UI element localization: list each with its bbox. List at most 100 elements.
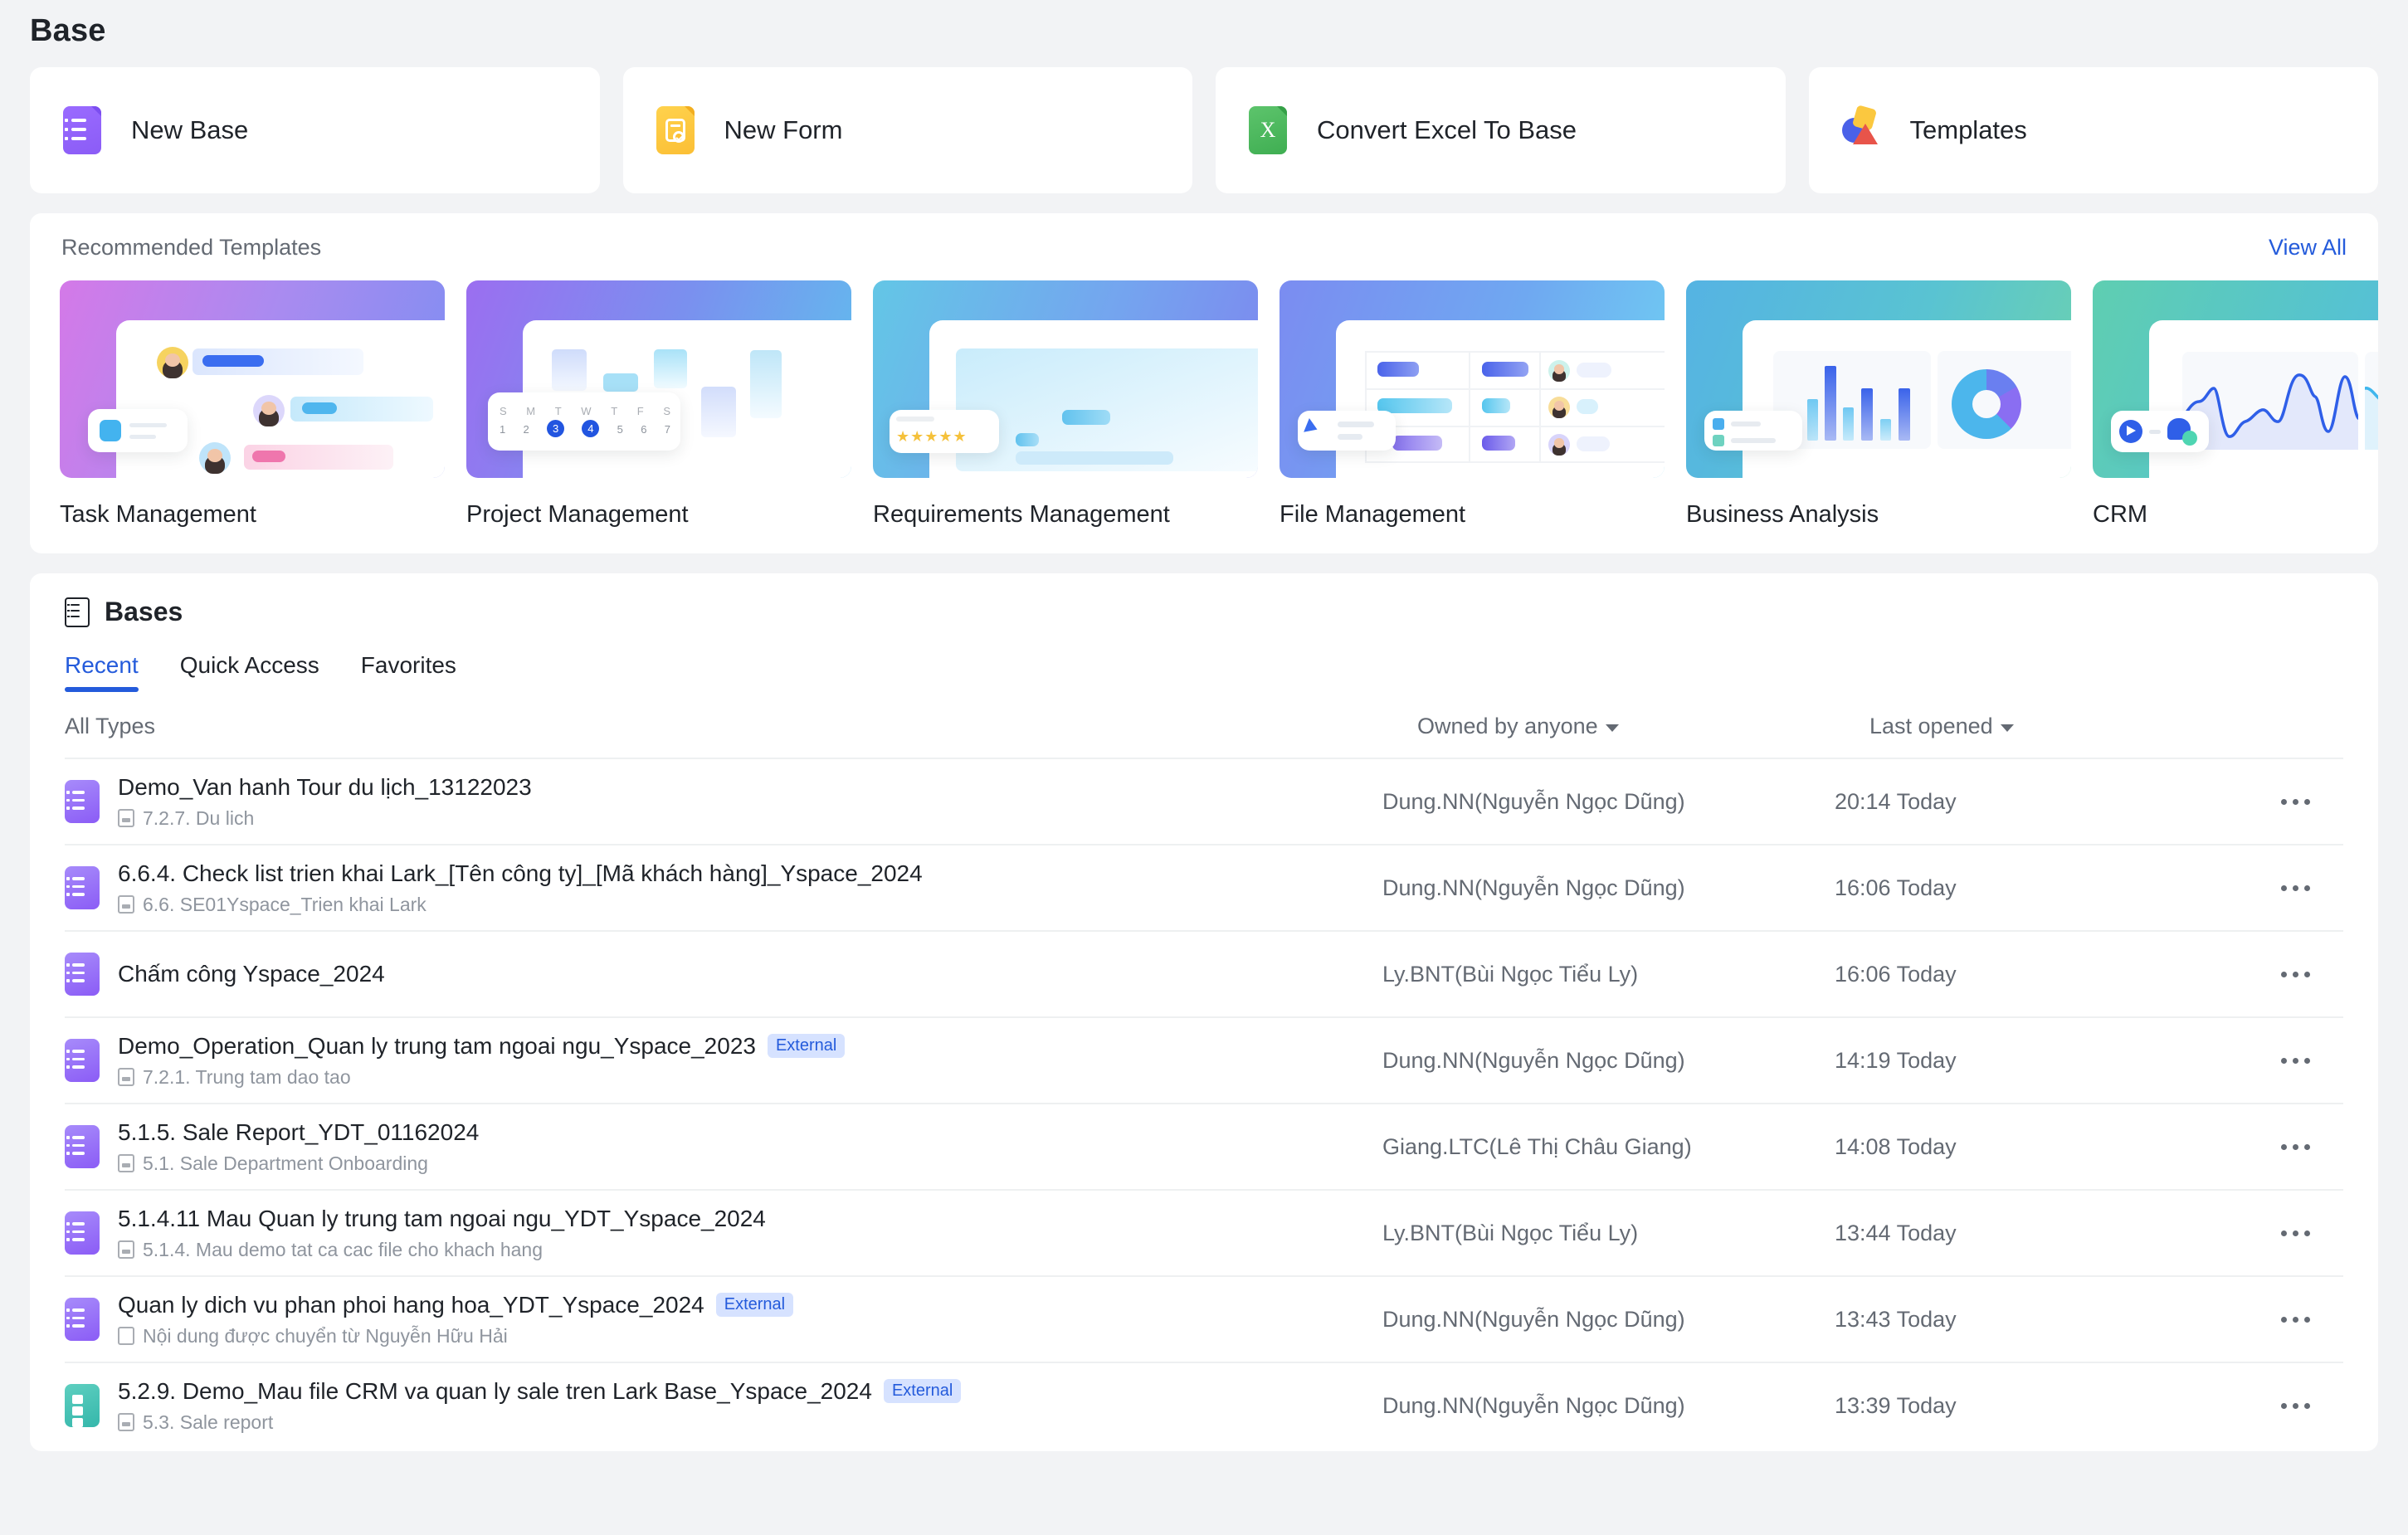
- row-name-cell: Demo_Operation_Quan ly trung tam ngoai n…: [65, 1033, 1382, 1089]
- row-owner: Ly.BNT(Bùi Ngọc Tiểu Ly): [1382, 961, 1639, 987]
- table-row[interactable]: Quan ly dich vu phan phoi hang hoa_YDT_Y…: [65, 1275, 2343, 1362]
- row-title: 6.6.4. Check list trien khai Lark_[Tên c…: [118, 860, 923, 886]
- avatar: [199, 442, 231, 474]
- base-row-icon: [65, 1039, 100, 1082]
- bases-title: Bases: [105, 597, 183, 626]
- row-subtitle-text: 5.3. Sale report: [143, 1411, 274, 1433]
- base-small-icon: [118, 809, 134, 827]
- filter-owner-label: Owned by anyone: [1417, 714, 1598, 738]
- templates-icon: [1841, 105, 1885, 154]
- base-icon: [63, 106, 106, 154]
- view-all-link[interactable]: View All: [2269, 235, 2347, 261]
- template-card-list: Task Management SMTWTFS 12 3 4 5 6 7 Pro…: [30, 269, 2378, 553]
- row-more-button[interactable]: [2271, 1221, 2320, 1246]
- row-last-opened: 16:06 Today: [1835, 875, 1957, 900]
- row-subtitle-text: 6.6. SE01Yspace_Trien khai Lark: [143, 893, 427, 915]
- row-last-opened: 16:06 Today: [1835, 961, 1957, 987]
- template-card-file-management[interactable]: File Management: [1280, 280, 1665, 529]
- row-subtitle: 5.1.4. Mau demo tat ca cac file cho khac…: [118, 1239, 766, 1261]
- template-card-project-management[interactable]: SMTWTFS 12 3 4 567 Project Management: [466, 280, 851, 529]
- row-owner: Dung.NN(Nguyễn Ngọc Dũng): [1382, 875, 1685, 900]
- row-subtitle: Nội dung được chuyển từ Nguyễn Hữu Hải: [118, 1325, 793, 1347]
- base-row-icon: [65, 1211, 100, 1255]
- filter-last-opened[interactable]: Last opened: [1869, 714, 2014, 739]
- star-rating: ★★★★★: [896, 428, 968, 445]
- base-row-icon: [65, 780, 100, 823]
- row-title: 5.1.5. Sale Report_YDT_01162024: [118, 1118, 480, 1145]
- new-base-card[interactable]: New Base: [30, 67, 600, 193]
- row-last-opened: 13:39 Today: [1835, 1392, 1957, 1418]
- row-last-opened: 20:14 Today: [1835, 788, 1957, 814]
- row-more-button[interactable]: [2271, 1307, 2320, 1333]
- row-name-cell: 6.6.4. Check list trien khai Lark_[Tên c…: [65, 860, 1382, 916]
- table-row[interactable]: 5.1.5. Sale Report_YDT_01162024 5.1. Sal…: [65, 1103, 2343, 1189]
- row-title: Demo_Operation_Quan ly trung tam ngoai n…: [118, 1032, 756, 1059]
- template-card-task-management[interactable]: Task Management: [60, 280, 445, 529]
- table-row[interactable]: Chấm công Yspace_2024 Ly.BNT(Bùi Ngọc Ti…: [65, 930, 2343, 1016]
- base-row-icon: [65, 1125, 100, 1168]
- row-more-button[interactable]: [2271, 1134, 2320, 1160]
- row-last-opened: 13:44 Today: [1835, 1220, 1957, 1245]
- excel-icon: X: [1249, 106, 1292, 154]
- row-more-button[interactable]: [2271, 1393, 2320, 1419]
- row-more-button[interactable]: [2271, 1048, 2320, 1074]
- template-card-crm[interactable]: CRM: [2093, 280, 2378, 529]
- row-more-button[interactable]: [2271, 875, 2320, 901]
- table-row[interactable]: 5.1.4.11 Mau Quan ly trung tam ngoai ngu…: [65, 1189, 2343, 1275]
- filter-owner[interactable]: Owned by anyone: [1417, 714, 1869, 739]
- base-home-page: Base New Base New Form X Convert Excel T…: [0, 0, 2408, 1535]
- table-row[interactable]: Demo_Van hanh Tour du lịch_13122023 7.2.…: [65, 758, 2343, 844]
- table-row[interactable]: 5.2.9. Demo_Mau file CRM va quan ly sale…: [65, 1362, 2343, 1448]
- bases-icon: [65, 597, 90, 627]
- template-thumbnail: SMTWTFS 12 3 4 567: [466, 280, 851, 478]
- row-name-cell: Chấm công Yspace_2024: [65, 953, 1382, 996]
- template-thumbnail: [2093, 280, 2378, 478]
- new-form-card[interactable]: New Form: [622, 67, 1192, 193]
- new-base-label: New Base: [131, 115, 249, 144]
- row-title: 5.1.4.11 Mau Quan ly trung tam ngoai ngu…: [118, 1205, 766, 1231]
- convert-excel-to-base-card[interactable]: X Convert Excel To Base: [1216, 67, 1786, 193]
- new-form-label: New Form: [724, 115, 843, 144]
- row-subtitle-text: 5.1. Sale Department Onboarding: [143, 1152, 428, 1174]
- row-owner: Dung.NN(Nguyễn Ngọc Dũng): [1382, 1047, 1685, 1073]
- row-title: Demo_Van hanh Tour du lịch_13122023: [118, 773, 532, 800]
- tab-recent[interactable]: Recent: [65, 652, 139, 692]
- template-name: Project Management: [466, 501, 689, 528]
- base-small-icon: [118, 1240, 134, 1259]
- base-row-icon: [65, 1298, 100, 1341]
- row-subtitle: 7.2.1. Trung tam dao tao: [118, 1066, 845, 1089]
- template-name: Business Analysis: [1686, 501, 1879, 528]
- tab-favorites[interactable]: Favorites: [361, 652, 456, 692]
- table-row[interactable]: 6.6.4. Check list trien khai Lark_[Tên c…: [65, 844, 2343, 930]
- status-badge: External: [883, 1379, 962, 1403]
- template-thumbnail: [1280, 280, 1665, 478]
- row-owner: Ly.BNT(Bùi Ngọc Tiểu Ly): [1382, 1220, 1639, 1245]
- page-title: Base: [30, 13, 106, 48]
- template-card-business-analysis[interactable]: Business Analysis: [1686, 280, 2071, 529]
- row-more-button[interactable]: [2271, 962, 2320, 987]
- row-more-button[interactable]: [2271, 789, 2320, 815]
- templates-card[interactable]: Templates: [1808, 67, 2378, 193]
- template-card-requirements-management[interactable]: ★★★★★ Requirements Management: [873, 280, 1258, 529]
- bases-filter-row: All Types Owned by anyone Last opened: [30, 692, 2378, 758]
- chevron-down-icon: [2000, 724, 2014, 732]
- table-row[interactable]: Demo_Operation_Quan ly trung tam ngoai n…: [65, 1016, 2343, 1103]
- recommended-templates-panel: Recommended Templates View All Task Mana…: [30, 213, 2378, 553]
- base-row-icon: [65, 866, 100, 909]
- row-subtitle-text: 7.2.7. Du lich: [143, 806, 255, 829]
- avatar: [1548, 397, 1570, 418]
- row-subtitle: 6.6. SE01Yspace_Trien khai Lark: [118, 894, 923, 916]
- row-subtitle: 5.1. Sale Department Onboarding: [118, 1152, 479, 1175]
- filter-all-types[interactable]: All Types: [65, 714, 1417, 739]
- row-title: 5.2.9. Demo_Mau file CRM va quan ly sale…: [118, 1377, 872, 1404]
- template-thumbnail: [60, 280, 445, 478]
- quick-actions-row: New Base New Form X Convert Excel To Bas…: [0, 49, 2408, 193]
- avatar: [253, 395, 285, 426]
- avatar: [1548, 434, 1570, 456]
- row-name-cell: 5.2.9. Demo_Mau file CRM va quan ly sale…: [65, 1378, 1382, 1434]
- row-last-opened: 13:43 Today: [1835, 1306, 1957, 1332]
- tab-quick-access[interactable]: Quick Access: [180, 652, 319, 692]
- template-name: File Management: [1280, 501, 1466, 528]
- bases-header: Bases: [30, 573, 2378, 627]
- row-last-opened: 14:19 Today: [1835, 1047, 1957, 1073]
